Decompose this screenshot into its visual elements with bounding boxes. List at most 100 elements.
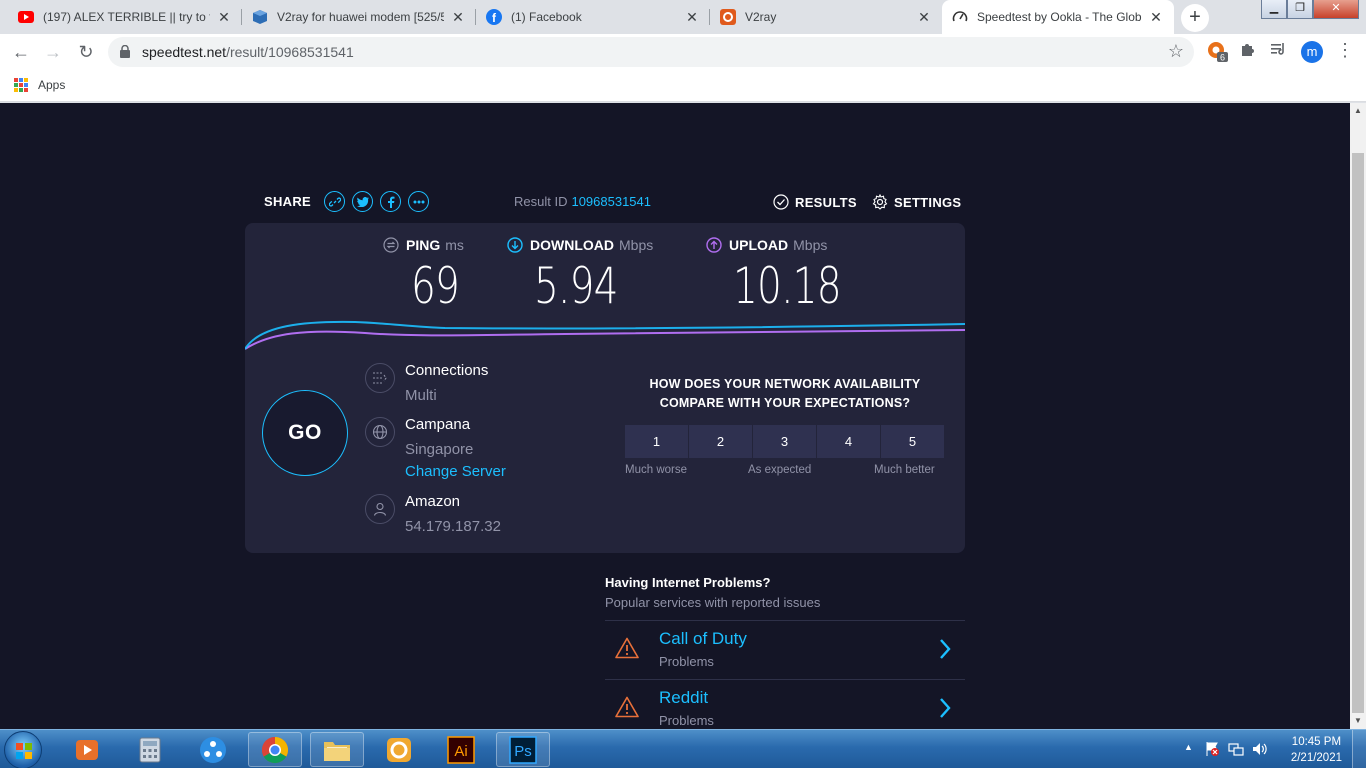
problem-service-name: Reddit (659, 688, 709, 707)
problem-item-reddit[interactable]: Reddit Problems (605, 679, 965, 729)
survey-question-line1: HOW DOES YOUR NETWORK AVAILABILITY (649, 377, 921, 391)
settings-link[interactable]: SETTINGS (872, 194, 961, 210)
tab-close-icon[interactable]: ✕ (916, 9, 932, 25)
problem-status: Problems (659, 713, 714, 728)
globe-icon (365, 417, 395, 447)
extension-badge-icon[interactable]: 6 (1207, 41, 1229, 68)
scroll-down-arrow-icon[interactable]: ▼ (1350, 713, 1366, 729)
results-link[interactable]: RESULTS (773, 194, 857, 210)
tab-close-icon[interactable]: ✕ (684, 9, 700, 25)
problem-item-call-of-duty[interactable]: Call of Duty Problems (605, 620, 965, 679)
show-desktop-button[interactable] (1352, 730, 1366, 768)
bookmark-star-icon[interactable]: ☆ (1168, 41, 1184, 62)
network-icon[interactable] (1228, 741, 1244, 762)
speedtest-page: SHARE Result ID 10968531541 RESULTS SETTI… (0, 103, 1350, 729)
page-scrollbar[interactable]: ▲ ▼ (1350, 103, 1366, 729)
scroll-up-arrow-icon[interactable]: ▲ (1350, 103, 1366, 119)
speed-graph (245, 320, 965, 350)
tab-facebook[interactable]: f (1) Facebook ✕ (476, 0, 710, 34)
share-label: SHARE (264, 194, 312, 209)
change-server-link[interactable]: Change Server (405, 463, 506, 480)
facebook-share-icon[interactable] (380, 191, 402, 212)
ping-header: PING ms (383, 237, 464, 253)
result-id-link[interactable]: 10968531541 (571, 194, 651, 209)
tab-v2ray-forum[interactable]: V2ray for huawei modem [525/5 ✕ (242, 0, 476, 34)
download-unit: Mbps (619, 237, 654, 253)
volume-icon[interactable] (1252, 741, 1268, 762)
survey-option-5[interactable]: 5 (881, 425, 944, 458)
reading-list-icon[interactable] (1270, 41, 1288, 62)
tab-close-icon[interactable]: ✕ (216, 9, 232, 25)
chrome-icon[interactable] (248, 732, 302, 767)
youtube-icon (18, 9, 34, 25)
problem-status: Problems (659, 654, 714, 669)
profile-avatar[interactable]: m (1301, 41, 1323, 63)
windows-logo-icon (16, 743, 32, 759)
tab-title: (197) ALEX TERRIBLE || try to fill (43, 10, 210, 24)
minimize-button[interactable]: ▁ (1261, 0, 1287, 19)
survey-option-3[interactable]: 3 (753, 425, 816, 458)
media-player-icon[interactable] (60, 732, 114, 767)
ccleaner-icon[interactable] (372, 732, 426, 767)
connections-value: Multi (405, 387, 437, 404)
reload-button[interactable]: ↻ (73, 39, 99, 65)
browser-menu-icon[interactable]: ⋮ (1336, 40, 1354, 61)
upload-graph-line (245, 329, 965, 350)
ping-metric: PING ms 69 (383, 237, 464, 315)
browser-toolbar: ← → ↻ speedtest.net/result/10968531541 ☆… (0, 34, 1366, 70)
scrollbar-thumb[interactable] (1352, 153, 1364, 713)
problem-service-name: Call of Duty (659, 629, 747, 648)
back-button[interactable]: ← (8, 39, 34, 65)
address-bar[interactable]: speedtest.net/result/10968531541 ☆ (108, 37, 1194, 67)
survey-label-high: Much better (874, 464, 935, 476)
show-hidden-icons-icon[interactable]: ▲ (1184, 742, 1193, 752)
start-button[interactable] (4, 731, 42, 768)
host-name: Amazon (405, 493, 461, 510)
illustrator-label: Ai (454, 743, 467, 760)
file-explorer-icon[interactable] (310, 732, 364, 767)
survey-option-2[interactable]: 2 (689, 425, 752, 458)
go-button[interactable]: GO (262, 390, 348, 476)
result-id: Result ID 10968531541 (514, 194, 651, 209)
problems-subtitle: Popular services with reported issues (605, 595, 821, 610)
ping-icon (383, 237, 399, 253)
twitter-icon[interactable] (352, 191, 374, 212)
maximize-button[interactable]: ❐ (1287, 0, 1313, 19)
warning-icon (615, 696, 639, 723)
tab-close-icon[interactable]: ✕ (1148, 9, 1164, 25)
tab-title: V2ray for huawei modem [525/5 (277, 10, 444, 24)
photoshop-icon[interactable]: Ps (496, 732, 550, 767)
survey-label-low: Much worse (625, 464, 687, 476)
calculator-icon[interactable] (123, 732, 177, 767)
lock-icon[interactable] (120, 44, 130, 63)
new-tab-button[interactable]: + (1181, 4, 1209, 32)
share-it-icon[interactable] (186, 732, 240, 767)
survey-option-1[interactable]: 1 (625, 425, 688, 458)
apps-grid-icon (14, 78, 28, 92)
tab-speedtest[interactable]: Speedtest by Ookla - The Global ✕ (942, 0, 1174, 34)
clock-date: 2/21/2021 (1290, 752, 1342, 764)
apps-shortcut[interactable]: Apps (14, 78, 65, 92)
clock-time: 10:45 PM (1291, 736, 1342, 748)
extensions-puzzle-icon[interactable] (1240, 41, 1256, 62)
upload-header: UPLOAD Mbps (706, 237, 827, 253)
warning-icon (615, 637, 639, 664)
ping-label: PING (406, 237, 441, 253)
link-icon[interactable] (324, 191, 346, 212)
download-header: DOWNLOAD Mbps (507, 237, 653, 253)
tab-v2ray[interactable]: V2ray ✕ (710, 0, 942, 34)
illustrator-icon[interactable]: Ai (434, 732, 488, 767)
system-clock[interactable]: 10:45 PM 2/21/2021 (1291, 734, 1342, 766)
more-options-icon[interactable] (408, 191, 430, 212)
action-center-flag-icon[interactable] (1204, 741, 1220, 762)
user-icon (365, 494, 395, 524)
forward-button[interactable]: → (40, 39, 66, 65)
survey-option-4[interactable]: 4 (817, 425, 880, 458)
chevron-right-icon (939, 697, 951, 724)
tab-close-icon[interactable]: ✕ (450, 9, 466, 25)
tab-youtube[interactable]: (197) ALEX TERRIBLE || try to fill ✕ (8, 0, 242, 34)
check-circle-icon (773, 194, 789, 210)
survey-question: HOW DOES YOUR NETWORK AVAILABILITY COMPA… (625, 375, 945, 413)
download-arrow-icon (507, 237, 523, 253)
window-close-button[interactable]: ✕ (1313, 0, 1359, 19)
